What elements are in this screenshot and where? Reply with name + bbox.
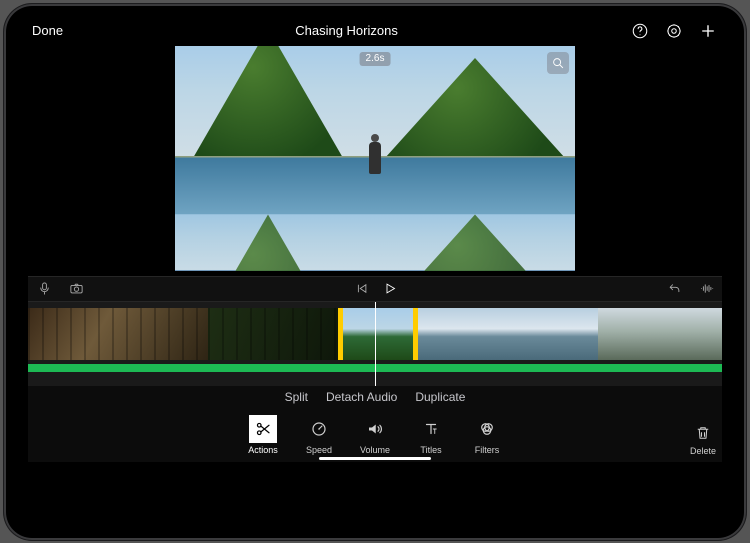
help-icon[interactable] [630,21,650,41]
audio-waveform-icon[interactable] [696,279,716,299]
inspector-label: Speed [306,445,332,455]
inspector-label: Delete [690,446,716,456]
inspector-filters-button[interactable]: Filters [463,415,511,455]
audio-track[interactable] [28,364,722,372]
done-button[interactable]: Done [32,23,63,38]
duplicate-button[interactable]: Duplicate [415,390,465,404]
rewind-to-start-icon[interactable] [351,279,371,299]
zoom-preview-icon[interactable] [547,52,569,74]
settings-gear-icon[interactable] [664,21,684,41]
timeline[interactable]: ▶| | [28,302,722,386]
inspector-actions-button[interactable]: Actions [239,415,287,455]
inspector-label: Actions [248,445,278,455]
scissors-icon [249,415,277,443]
trim-handle-right-icon[interactable]: | [417,327,418,341]
inspector-label: Titles [420,445,441,455]
volume-icon [361,415,389,443]
trim-handle-left-icon[interactable]: ▶| [338,327,339,341]
project-title: Chasing Horizons [63,23,630,38]
add-media-icon[interactable] [698,21,718,41]
timeline-clip[interactable] [598,308,722,360]
voiceover-mic-icon[interactable] [34,279,54,299]
inspector-label: Volume [360,445,390,455]
inspector-titles-button[interactable]: Titles [407,415,455,455]
trash-icon [694,424,712,444]
clip-action-row: Split Detach Audio Duplicate [28,386,722,408]
inspector-bar: Actions Speed Volume Titles Filters [28,408,722,462]
ipad-frame: Done Chasing Horizons [4,4,746,540]
camera-icon[interactable] [66,279,86,299]
preview-area: 2.6s [28,46,722,276]
video-preview[interactable]: 2.6s [175,46,575,271]
timeline-clip[interactable] [418,308,598,360]
detach-audio-button[interactable]: Detach Audio [326,390,397,404]
speedometer-icon [305,415,333,443]
split-button[interactable]: Split [285,390,308,404]
home-indicator [319,457,431,460]
timeline-clip-selected[interactable]: ▶| | [338,308,418,360]
undo-icon[interactable] [664,279,684,299]
timeline-clip[interactable] [208,308,338,360]
inspector-volume-button[interactable]: Volume [351,415,399,455]
titles-t-icon [417,415,445,443]
timeline-toolbar [28,276,722,302]
inspector-label: Filters [475,445,500,455]
play-icon[interactable] [379,279,399,299]
inspector-speed-button[interactable]: Speed [295,415,343,455]
top-bar: Done Chasing Horizons [28,18,722,44]
filters-circles-icon [473,415,501,443]
delete-clip-button[interactable]: Delete [690,424,716,456]
timeline-clip[interactable] [28,308,208,360]
